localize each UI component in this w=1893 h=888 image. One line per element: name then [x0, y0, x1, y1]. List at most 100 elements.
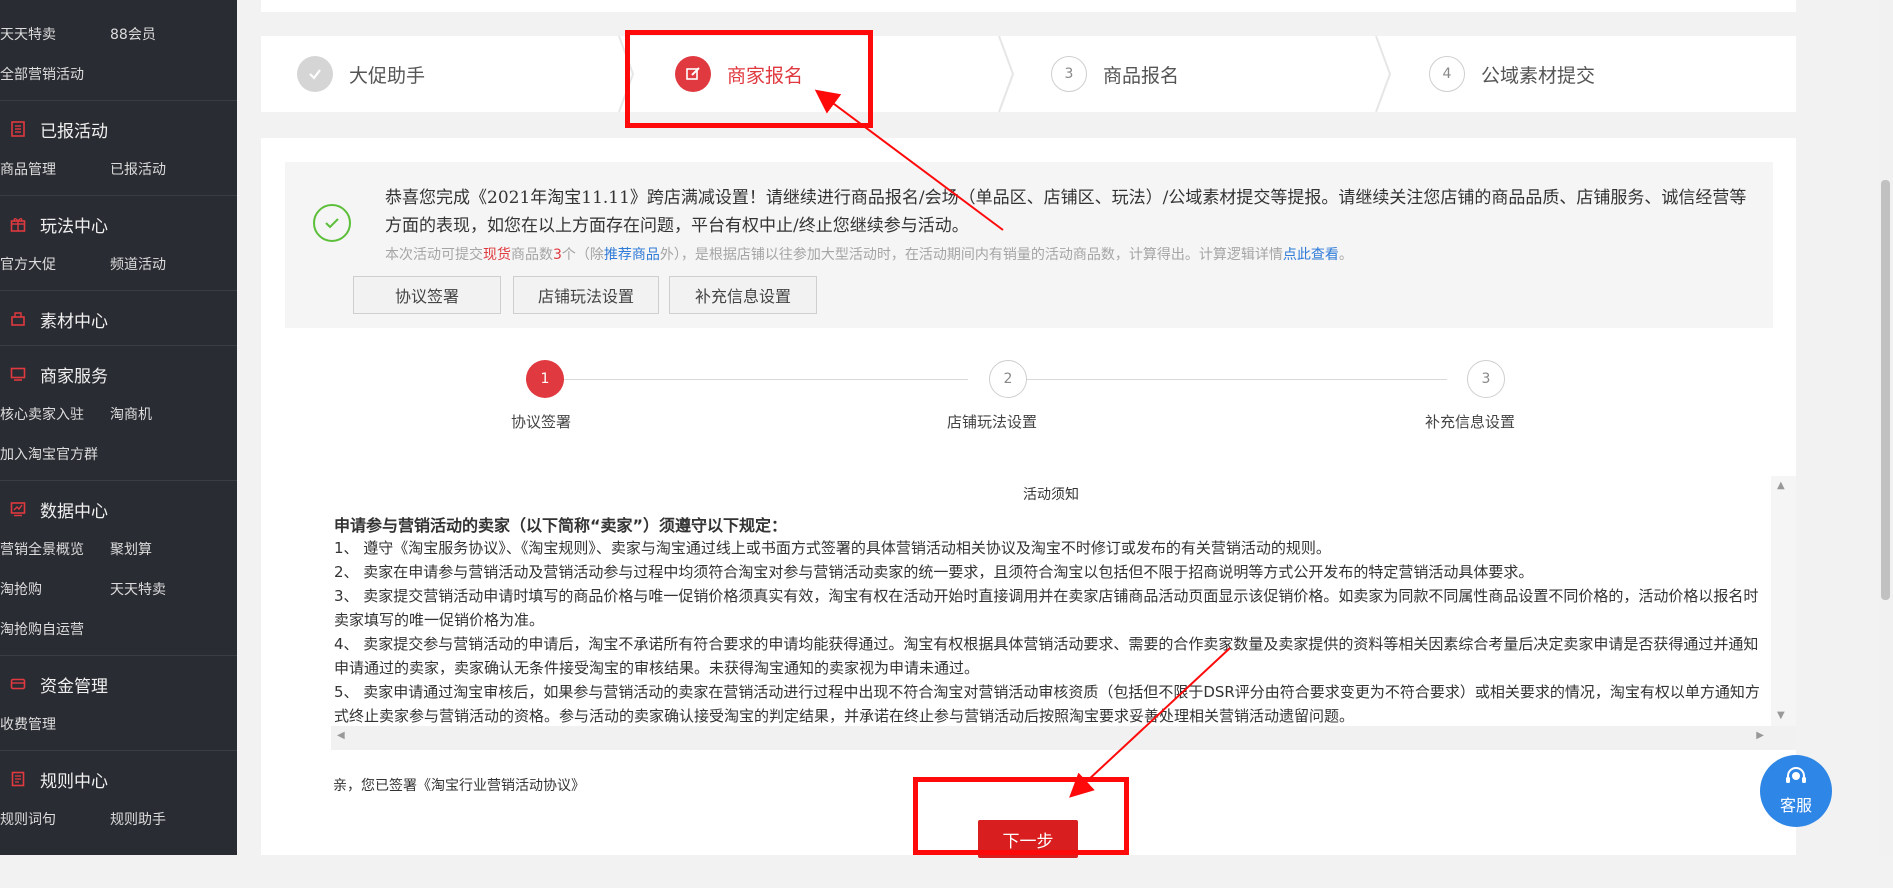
signup-progress: 1 2 3 协议签署 店铺玩法设置 补充信息设置: [261, 350, 1796, 440]
notice-sub-text: 外），是根据店铺以往参加大型活动时，在活动期间内有销量的活动商品数，计算得出。计…: [659, 247, 1283, 263]
notice-sub-count: 3: [553, 247, 562, 263]
step-product-signup[interactable]: 3 商品报名: [1051, 36, 1179, 112]
notice-sub-text: 。: [1338, 247, 1353, 263]
sidebar-row: 规则词句 规则助手: [0, 799, 237, 839]
sidebar-item-88vip[interactable]: 88会员: [110, 24, 220, 44]
sidebar-item-rule-words[interactable]: 规则词句: [0, 809, 110, 829]
sidebar-item-join-group[interactable]: 加入淘宝官方群: [0, 444, 110, 464]
sidebar-head-merchant[interactable]: 商家服务: [0, 354, 237, 394]
rules-title: 活动须知: [1023, 487, 1079, 503]
step-chevron: [1375, 36, 1392, 112]
notice-sub-text: 本次活动可提交: [385, 247, 483, 263]
main-panel: 恭喜您完成《2021年淘宝11.11》跨店满减设置！请继续进行商品报名/会场（单…: [261, 138, 1796, 858]
scroll-down-icon[interactable]: ▼: [1777, 710, 1785, 721]
card-icon: [8, 674, 28, 694]
sidebar-row: 全部营销活动: [0, 54, 237, 94]
sidebar-item-core-seller[interactable]: 核心卖家入驻: [0, 404, 110, 424]
progress-label: 店铺玩法设置: [947, 413, 1038, 431]
page-scrollbar[interactable]: [1878, 0, 1893, 855]
step-label: 公域素材提交: [1481, 64, 1596, 87]
step-chevron: [618, 36, 635, 112]
sidebar-group-material: 素材中心: [0, 291, 237, 346]
notice-sub-text: 商品数: [511, 247, 553, 263]
monitor-icon: [8, 364, 28, 384]
sidebar-head-play[interactable]: 玩法中心: [0, 204, 237, 244]
gift-icon: [8, 214, 28, 234]
scroll-right-icon[interactable]: ▶: [1756, 730, 1764, 741]
sidebar-head-funds[interactable]: 资金管理: [0, 664, 237, 704]
sidebar-item-official-promo[interactable]: 官方大促: [0, 254, 110, 274]
view-details-link[interactable]: 点此查看: [1283, 247, 1339, 263]
sidebar-row: 天天特卖 88会员: [0, 14, 237, 54]
page-scrollbar-thumb[interactable]: [1881, 180, 1890, 600]
sidebar-head-label: 数据中心: [40, 501, 108, 522]
scroll-up-icon[interactable]: ▲: [1777, 480, 1785, 491]
sidebar-item-taoqianggou[interactable]: 淘抢购: [0, 579, 110, 599]
sidebar-group-play: 玩法中心 官方大促 频道活动: [0, 196, 237, 291]
sidebar-head-reported[interactable]: 已报活动: [0, 109, 237, 149]
step-material-submit[interactable]: 4 公域素材提交: [1429, 36, 1595, 112]
rules-horizontal-scrollbar[interactable]: ◀ ▶: [331, 726, 1796, 750]
sidebar-head-label: 商家服务: [40, 366, 108, 387]
step-merchant-signup[interactable]: 商家报名: [675, 36, 803, 112]
headset-icon: [1783, 766, 1809, 792]
sidebar-head-label: 规则中心: [40, 771, 108, 792]
sidebar-head-label: 资金管理: [40, 676, 108, 697]
sidebar-group-activities: 天天特卖 88会员 全部营销活动: [0, 0, 237, 101]
progress-label: 补充信息设置: [1425, 413, 1516, 431]
agreement-sign-button[interactable]: 协议签署: [353, 276, 501, 314]
sidebar-row: 收费管理: [0, 704, 237, 744]
success-check-icon: [313, 204, 351, 242]
signed-agreement-text: 亲，您已签署《淘宝行业营销活动协议》: [333, 778, 585, 794]
step-promo-assistant[interactable]: 大促助手: [297, 36, 425, 112]
step-chevron: [998, 36, 1015, 112]
sidebar-row: 商品管理 已报活动: [0, 149, 237, 189]
customer-service-button[interactable]: 客服: [1760, 755, 1832, 827]
sidebar-head-data[interactable]: 数据中心: [0, 489, 237, 529]
sidebar-head-label: 素材中心: [40, 311, 108, 332]
sidebar-item-reported[interactable]: 已报活动: [110, 159, 220, 179]
sidebar-row: 官方大促 频道活动: [0, 244, 237, 284]
sidebar-head-material[interactable]: 素材中心: [0, 299, 237, 339]
sidebar-item-opportunity[interactable]: 淘商机: [110, 404, 220, 424]
sidebar-group-funds: 资金管理 收费管理: [0, 656, 237, 751]
sidebar-item-product-manage[interactable]: 商品管理: [0, 159, 110, 179]
sidebar-group-data: 数据中心 营销全景概览 聚划算 淘抢购 天天特卖 淘抢购自运营: [0, 481, 237, 656]
progress-step-3[interactable]: 3: [1467, 360, 1505, 398]
rules-item: 5、 卖家申请通过淘宝审核后，如果参与营销活动的卖家在营销活动进行过程中出现不符…: [334, 683, 1760, 725]
step-number: 4: [1429, 56, 1465, 92]
progress-step-1[interactable]: 1: [526, 360, 564, 398]
notice-message: 恭喜您完成《2021年淘宝11.11》跨店满减设置！请继续进行商品报名/会场（单…: [385, 188, 1747, 236]
sidebar-item-overview[interactable]: 营销全景概览: [0, 539, 110, 559]
sidebar-item-rule-assistant[interactable]: 规则助手: [110, 809, 220, 829]
extra-info-settings-button[interactable]: 补充信息设置: [669, 276, 817, 314]
sidebar-item-taoqianggou-self[interactable]: 淘抢购自运营: [0, 619, 110, 639]
progress-line: [1008, 379, 1447, 380]
notice-subtext: 本次活动可提交现货商品数3个（除推荐商品外），是根据店铺以往参加大型活动时，在活…: [385, 244, 1765, 264]
sidebar-item-all-activities[interactable]: 全部营销活动: [0, 64, 110, 84]
rules-heading: 申请参与营销活动的卖家（以下简称“卖家”）须遵守以下规定：: [334, 516, 788, 535]
scroll-left-icon[interactable]: ◀: [337, 730, 345, 741]
recommended-products-link[interactable]: 推荐商品: [604, 247, 660, 263]
customer-service-label: 客服: [1779, 796, 1812, 815]
next-step-button[interactable]: 下一步: [978, 820, 1078, 858]
rules-body: 活动须知 申请参与营销活动的卖家（以下简称“卖家”）须遵守以下规定： 1、 遵守…: [331, 476, 1771, 864]
sidebar-row: 淘抢购 天天特卖: [0, 569, 237, 609]
sidebar-head-rules[interactable]: 规则中心: [0, 759, 237, 799]
progress-step-2[interactable]: 2: [989, 360, 1027, 398]
step-label: 商品报名: [1103, 64, 1180, 87]
sidebar-item-tiantian-data[interactable]: 天天特卖: [110, 579, 220, 599]
signup-steps-bar: 大促助手 商家报名 3 商品报名 4 公域素材提交: [261, 36, 1796, 112]
sidebar-item-fees[interactable]: 收费管理: [0, 714, 110, 734]
chart-icon: [8, 499, 28, 519]
doc-icon: [8, 769, 28, 789]
sidebar-item-tiantian[interactable]: 天天特卖: [0, 24, 110, 44]
rules-vertical-scrollbar[interactable]: ▲ ▼: [1771, 476, 1796, 726]
sidebar-head-label: 玩法中心: [40, 216, 108, 237]
shop-play-settings-button[interactable]: 店铺玩法设置: [513, 276, 659, 314]
edit-icon: [675, 56, 711, 92]
sidebar-row: 淘抢购自运营: [0, 609, 237, 649]
sidebar-item-juhuasuan[interactable]: 聚划算: [110, 539, 220, 559]
sidebar-item-channel-activity[interactable]: 频道活动: [110, 254, 220, 274]
sidebar-head-label: 已报活动: [40, 121, 108, 142]
